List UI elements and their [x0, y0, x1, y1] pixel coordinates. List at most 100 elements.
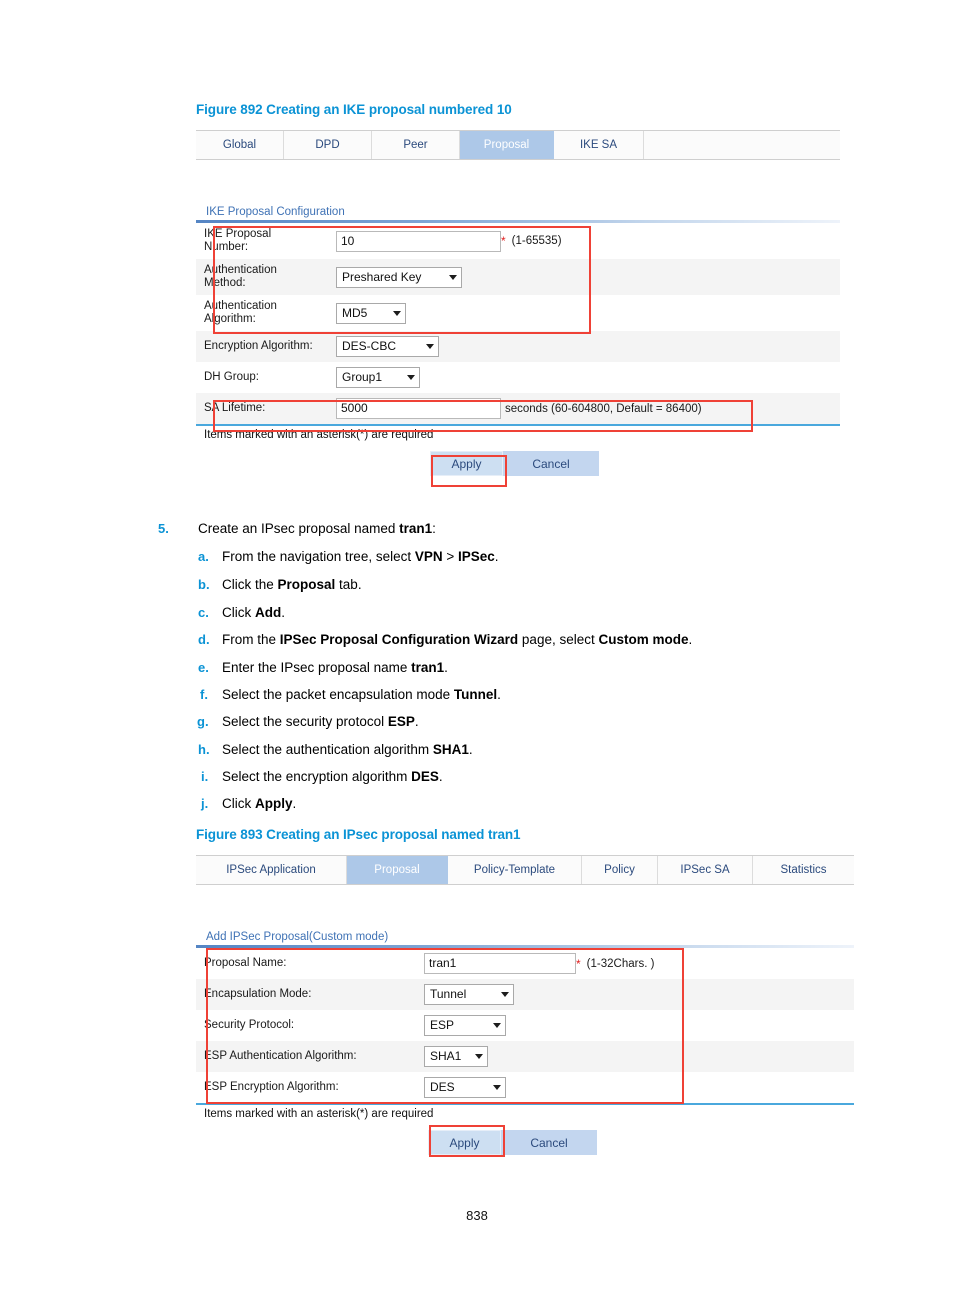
security-protocol-control: ESP: [424, 1015, 506, 1036]
chevron-down-icon: [493, 1023, 501, 1028]
chevron-down-icon: [475, 1054, 483, 1059]
apply-button-label: Apply: [451, 456, 482, 471]
substep-b-text: Click the Proposal tab.: [222, 577, 362, 592]
substep-h-letter: h.: [198, 742, 210, 757]
security-protocol-select[interactable]: ESP: [424, 1015, 506, 1036]
authentication-algorithm-control: MD5: [336, 302, 406, 324]
tab-proposal-label: Proposal: [374, 864, 420, 876]
substep-d-letter: d.: [198, 632, 210, 647]
substep-a-text: From the navigation tree, select VPN > I…: [222, 549, 499, 564]
ike-tab-spacer: [196, 160, 840, 206]
proposal-name-control: tran1 * (1-32Chars. ): [424, 953, 654, 974]
esp-encryption-algorithm-control: DES: [424, 1077, 506, 1098]
dh-group-select[interactable]: Group1: [336, 367, 420, 388]
substep-c-text: Click Add.: [222, 605, 286, 620]
cancel-button-label: Cancel: [532, 456, 570, 471]
apply-button[interactable]: Apply: [428, 1130, 501, 1155]
sa-lifetime-input[interactable]: 5000: [336, 398, 501, 419]
tab-ike-sa[interactable]: IKE SA: [554, 131, 644, 159]
tab-ipsec-application[interactable]: IPSec Application: [196, 856, 347, 884]
ipsec-tab-bar: IPSec Application Proposal Policy-Templa…: [196, 855, 854, 885]
tab-ipsec-sa-label: IPSec SA: [680, 864, 730, 876]
apply-button-label: Apply: [449, 1135, 480, 1150]
encryption-algorithm-select[interactable]: DES-CBC: [336, 336, 439, 357]
tab-policy[interactable]: Policy: [582, 856, 658, 884]
ipsec-panel-bottom-rule: [196, 1103, 854, 1105]
chevron-down-icon: [407, 375, 415, 380]
form-row: SA Lifetime: 5000 seconds (60-604800, De…: [196, 393, 840, 424]
chevron-down-icon: [393, 310, 401, 316]
encapsulation-mode-control: Tunnel: [424, 984, 514, 1005]
ipsec-required-note: Items marked with an asterisk(*) are req…: [204, 1108, 434, 1120]
tab-ipsec-application-label: IPSec Application: [226, 864, 316, 876]
substep-i-letter: i.: [201, 769, 209, 784]
substep-b-letter: b.: [198, 577, 210, 592]
security-protocol-value: ESP: [430, 1018, 455, 1032]
esp-authentication-algorithm-control: SHA1: [424, 1046, 488, 1067]
substep-i-text: Select the encryption algorithm DES.: [222, 769, 443, 784]
substep-j-text: Click Apply.: [222, 796, 297, 811]
cancel-button-label: Cancel: [530, 1135, 568, 1150]
proposal-name-label: Proposal Name:: [204, 957, 287, 969]
tab-peer-label: Peer: [403, 139, 428, 151]
figure-893-caption: Figure 893 Creating an IPsec proposal na…: [196, 827, 521, 842]
esp-encryption-algorithm-label: ESP Encryption Algorithm:: [204, 1081, 339, 1093]
tab-dpd[interactable]: DPD: [284, 131, 372, 159]
ike-required-note: Items marked with an asterisk(*) are req…: [204, 429, 434, 441]
encryption-algorithm-label: Encryption Algorithm:: [204, 340, 313, 352]
ike-proposal-screenshot: Global DPD Peer Proposal IKE SA IKE Prop…: [196, 130, 840, 476]
apply-button[interactable]: Apply: [430, 451, 503, 476]
encapsulation-mode-select[interactable]: Tunnel: [424, 984, 514, 1005]
tab-policy-template[interactable]: Policy-Template: [448, 856, 582, 884]
tab-statistics-label: Statistics: [780, 864, 827, 876]
form-row: Encryption Algorithm: DES-CBC: [196, 331, 840, 362]
form-row: DH Group: Group1: [196, 362, 840, 393]
authentication-algorithm-label: Authentication Algorithm:: [204, 300, 277, 325]
proposal-name-input[interactable]: tran1: [424, 953, 576, 974]
tab-proposal[interactable]: Proposal: [347, 856, 448, 884]
encapsulation-mode-label: Encapsulation Mode:: [204, 988, 312, 1000]
form-row: Authentication Algorithm: MD5: [196, 295, 840, 331]
dh-group-value: Group1: [342, 370, 383, 384]
step-5-text: Create an IPsec proposal named tran1:: [198, 521, 436, 536]
dh-group-control: Group1: [336, 367, 420, 388]
authentication-method-label: Authentication Method:: [204, 264, 277, 289]
tab-proposal[interactable]: Proposal: [460, 131, 554, 159]
form-row: Encapsulation Mode: Tunnel: [196, 979, 854, 1010]
substep-e-letter: e.: [198, 660, 209, 675]
substep-h-text: Select the authentication algorithm SHA1…: [222, 742, 473, 757]
chevron-down-icon: [493, 1085, 501, 1090]
form-row: ESP Encryption Algorithm: DES: [196, 1072, 854, 1103]
tab-peer[interactable]: Peer: [372, 131, 460, 159]
form-row: Security Protocol: ESP: [196, 1010, 854, 1041]
form-row: IKE Proposal Number: 10 * (1-65535): [196, 223, 840, 259]
chevron-down-icon: [501, 992, 509, 997]
tab-ipsec-sa[interactable]: IPSec SA: [658, 856, 753, 884]
dh-group-label: DH Group:: [204, 371, 259, 383]
cancel-button[interactable]: Cancel: [503, 451, 599, 476]
cancel-button[interactable]: Cancel: [501, 1130, 597, 1155]
required-asterisk: *: [501, 234, 506, 248]
substep-g-text: Select the security protocol ESP.: [222, 714, 419, 729]
tab-policy-template-label: Policy-Template: [473, 864, 556, 876]
ipsec-section-title: Add IPSec Proposal(Custom mode): [206, 931, 389, 943]
ipsec-tab-spacer: [196, 885, 854, 931]
esp-authentication-algorithm-select[interactable]: SHA1: [424, 1046, 488, 1067]
required-asterisk: *: [576, 956, 581, 971]
form-row: Proposal Name: tran1 * (1-32Chars. ): [196, 948, 854, 979]
tab-ike-sa-label: IKE SA: [579, 139, 618, 151]
esp-encryption-algorithm-select[interactable]: DES: [424, 1077, 506, 1098]
tab-global[interactable]: Global: [196, 131, 284, 159]
substep-d-text: From the IPSec Proposal Configuration Wi…: [222, 632, 693, 647]
ike-proposal-number-input[interactable]: 10: [336, 230, 501, 252]
authentication-algorithm-select[interactable]: MD5: [336, 302, 406, 324]
ike-proposal-number-hint: (1-65535): [511, 235, 562, 247]
substep-c-letter: c.: [198, 605, 209, 620]
sa-lifetime-control: 5000 seconds (60-604800, Default = 86400…: [336, 398, 702, 419]
proposal-name-hint: (1-32Chars. ): [586, 957, 655, 970]
encryption-algorithm-value: DES-CBC: [342, 339, 397, 353]
authentication-method-select[interactable]: Preshared Key: [336, 266, 462, 288]
authentication-method-control: Preshared Key: [336, 266, 462, 288]
sa-lifetime-label: SA Lifetime:: [204, 402, 266, 414]
tab-statistics[interactable]: Statistics: [753, 856, 854, 884]
